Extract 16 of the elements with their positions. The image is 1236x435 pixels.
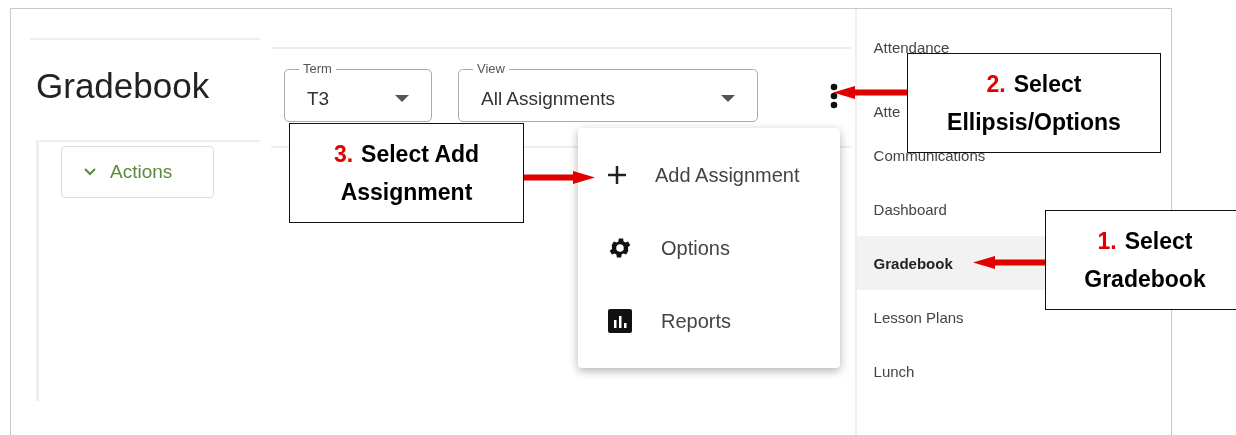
callout-text: 2. Select Ellipsis/Options bbox=[946, 70, 1122, 137]
actions-button[interactable]: Actions bbox=[61, 146, 214, 198]
bar-chart-icon bbox=[607, 308, 633, 334]
dropdown-caret-icon bbox=[721, 94, 735, 103]
gear-icon bbox=[607, 235, 633, 261]
callout-text: 3. Select Add Assignment bbox=[332, 140, 481, 207]
menu-item[interactable]: Reports bbox=[578, 284, 840, 358]
plus-icon bbox=[607, 165, 627, 185]
sidebar-item[interactable]: Lunch bbox=[856, 344, 1171, 398]
menu-item[interactable]: Add Assignment bbox=[578, 138, 840, 212]
dropdown-caret-icon bbox=[395, 94, 409, 103]
chevron-down-icon bbox=[84, 168, 96, 176]
callout-arrow bbox=[523, 171, 595, 184]
page-title: Gradebook bbox=[36, 65, 211, 107]
menu-item[interactable]: Options bbox=[578, 211, 840, 285]
more-options-icon[interactable] bbox=[830, 82, 838, 109]
